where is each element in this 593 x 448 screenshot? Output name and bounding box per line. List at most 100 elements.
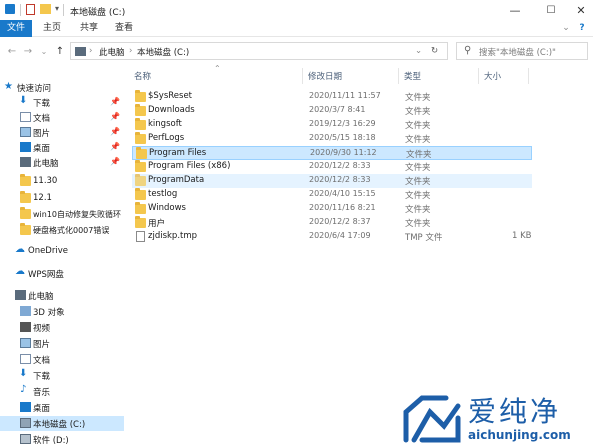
nav-folder-121[interactable]: 12.1 — [0, 191, 124, 206]
nav-pictures-pc[interactable]: 图片 — [0, 336, 124, 351]
tab-home[interactable]: 主页 — [40, 20, 64, 37]
nav-downloads-pc[interactable]: ⬇ 下载 — [0, 368, 124, 383]
pin-icon[interactable]: 📌 — [110, 97, 120, 106]
nav-videos[interactable]: 视频 — [0, 320, 124, 335]
help-icon[interactable]: ? — [576, 20, 588, 37]
nav-pictures[interactable]: 图片 📌 — [0, 125, 124, 140]
3d-objects-icon — [20, 306, 31, 316]
refresh-icon[interactable]: ↻ — [431, 46, 438, 56]
nav-3d-objects[interactable]: 3D 对象 — [0, 304, 124, 319]
nav-desktop[interactable]: 桌面 📌 — [0, 140, 124, 155]
file-row[interactable]: PerfLogs 2020/5/15 18:18 文件夹 — [132, 132, 532, 146]
properties-icon[interactable] — [26, 4, 35, 15]
new-folder-icon[interactable] — [40, 4, 51, 14]
divider — [63, 4, 64, 16]
maximize-button[interactable]: ☐ — [536, 0, 566, 20]
chevron-right-icon: › — [129, 46, 133, 56]
pictures-icon — [20, 127, 31, 137]
file-row[interactable]: kingsoft 2019/12/3 16:29 文件夹 — [132, 118, 532, 132]
folder-icon — [20, 174, 31, 186]
cloud-icon: ☁ — [15, 266, 25, 277]
breadcrumb-drive[interactable]: 本地磁盘 (C:) — [137, 46, 189, 58]
ribbon: 文件 主页 共享 查看 ⌄ ? — [0, 20, 593, 37]
pin-icon[interactable]: 📌 — [110, 142, 120, 151]
document-icon — [20, 112, 31, 122]
tab-view[interactable]: 查看 — [112, 20, 136, 37]
search-input[interactable]: ⚲ 搜索"本地磁盘 (C:)" — [456, 42, 588, 60]
column-divider[interactable] — [302, 68, 303, 84]
music-icon: ♪ — [20, 384, 27, 395]
pc-icon — [15, 290, 26, 300]
explorer-icon[interactable] — [5, 4, 15, 14]
folder-icon — [20, 223, 31, 235]
nav-documents[interactable]: 文档 📌 — [0, 110, 124, 125]
nav-this-pc-pinned[interactable]: 此电脑 📌 — [0, 155, 124, 170]
file-row[interactable]: Program Files (x86) 2020/12/2 8:33 文件夹 — [132, 160, 532, 174]
watermark-text: 爱纯净 — [468, 395, 562, 428]
back-button[interactable]: ← — [6, 44, 18, 58]
nav-folder-1130[interactable]: 11.30 — [0, 174, 124, 189]
nav-folder-win10[interactable]: win10自动修复失败循环 — [0, 207, 124, 222]
close-button[interactable]: ✕ — [566, 0, 593, 20]
watermark-url: aichunjing.com — [468, 428, 571, 442]
column-divider[interactable] — [478, 68, 479, 84]
folder-icon — [135, 174, 146, 186]
folder-icon — [20, 207, 31, 219]
drive-icon — [20, 434, 31, 444]
recent-locations-icon[interactable]: ⌄ — [38, 44, 50, 58]
column-name[interactable]: 名称 — [134, 70, 151, 82]
chevron-right-icon: › — [89, 46, 93, 56]
nav-onedrive[interactable]: ☁ OneDrive — [0, 244, 124, 259]
window-title: 本地磁盘 (C:) — [70, 8, 126, 18]
column-type[interactable]: 类型 — [404, 70, 421, 82]
download-arrow-icon: ⬇ — [19, 95, 28, 106]
nav-desktop-pc[interactable]: 桌面 — [0, 400, 124, 415]
address-row: ← → ⌄ ↑ › 此电脑 › 本地磁盘 (C:) ⌄ ↻ ⚲ 搜索"本地磁盘 … — [0, 38, 593, 64]
folder-icon — [136, 147, 147, 159]
file-row[interactable]: zjdiskp.tmp 2020/6/4 17:09 TMP 文件 1 KB — [132, 230, 532, 244]
column-date[interactable]: 修改日期 — [308, 70, 342, 82]
nav-quick-access[interactable]: ★ 快速访问 — [0, 80, 124, 95]
folder-icon — [135, 118, 146, 130]
file-row[interactable]: 用户 2020/12/2 8:37 文件夹 — [132, 216, 532, 230]
file-row[interactable]: testlog 2020/4/10 15:15 文件夹 — [132, 188, 532, 202]
column-divider[interactable] — [398, 68, 399, 84]
file-row-hover[interactable]: ProgramData 2020/12/2 8:33 文件夹 — [132, 174, 532, 188]
nav-this-pc[interactable]: 此电脑 — [0, 288, 124, 303]
pc-icon — [20, 157, 31, 167]
file-row[interactable]: $SysReset 2020/11/11 11:57 文件夹 — [132, 90, 532, 104]
pin-icon[interactable]: 📌 — [110, 127, 120, 136]
tab-file[interactable]: 文件 — [0, 20, 32, 37]
file-row[interactable]: Downloads 2020/3/7 8:41 文件夹 — [132, 104, 532, 118]
nav-documents-pc[interactable]: 文档 — [0, 352, 124, 367]
watermark-logo-icon — [403, 395, 461, 443]
nav-software-d[interactable]: 软件 (D:) — [0, 432, 124, 447]
folder-icon — [135, 160, 146, 172]
address-dropdown-icon[interactable]: ⌄ — [415, 46, 422, 56]
nav-downloads[interactable]: ⬇ 下载 📌 — [0, 95, 124, 110]
desktop-icon — [20, 142, 31, 152]
forward-button[interactable]: → — [22, 44, 34, 58]
nav-local-disk-c[interactable]: 本地磁盘 (C:) — [0, 416, 124, 431]
nav-wps[interactable]: ☁ WPS网盘 — [0, 266, 124, 281]
folder-icon — [135, 104, 146, 116]
quick-access-dropdown-icon[interactable]: ▾ — [55, 4, 59, 16]
folder-icon — [135, 202, 146, 214]
up-button[interactable]: ↑ — [54, 44, 66, 58]
nav-folder-disk-error[interactable]: 硬盘格式化0007错误 — [0, 223, 124, 238]
nav-music[interactable]: ♪ 音乐 — [0, 384, 124, 399]
expand-ribbon-icon[interactable]: ⌄ — [560, 20, 572, 37]
pin-icon[interactable]: 📌 — [110, 112, 120, 121]
column-divider[interactable] — [528, 68, 529, 84]
file-row[interactable]: Windows 2020/11/16 8:21 文件夹 — [132, 202, 532, 216]
cloud-icon: ☁ — [15, 244, 25, 255]
tab-share[interactable]: 共享 — [77, 20, 101, 37]
column-size[interactable]: 大小 — [484, 70, 501, 82]
minimize-button[interactable]: — — [500, 0, 530, 20]
pin-icon[interactable]: 📌 — [110, 157, 120, 166]
address-bar[interactable]: › 此电脑 › 本地磁盘 (C:) ⌄ ↻ — [70, 42, 448, 60]
title-bar: ▾ 本地磁盘 (C:) — ☐ ✕ — [0, 0, 593, 20]
file-row-selected[interactable]: Program Files 2020/9/30 11:12 文件夹 — [132, 146, 532, 160]
breadcrumb-this-pc[interactable]: 此电脑 — [99, 46, 125, 58]
sort-up-icon: ⌃ — [214, 64, 221, 73]
